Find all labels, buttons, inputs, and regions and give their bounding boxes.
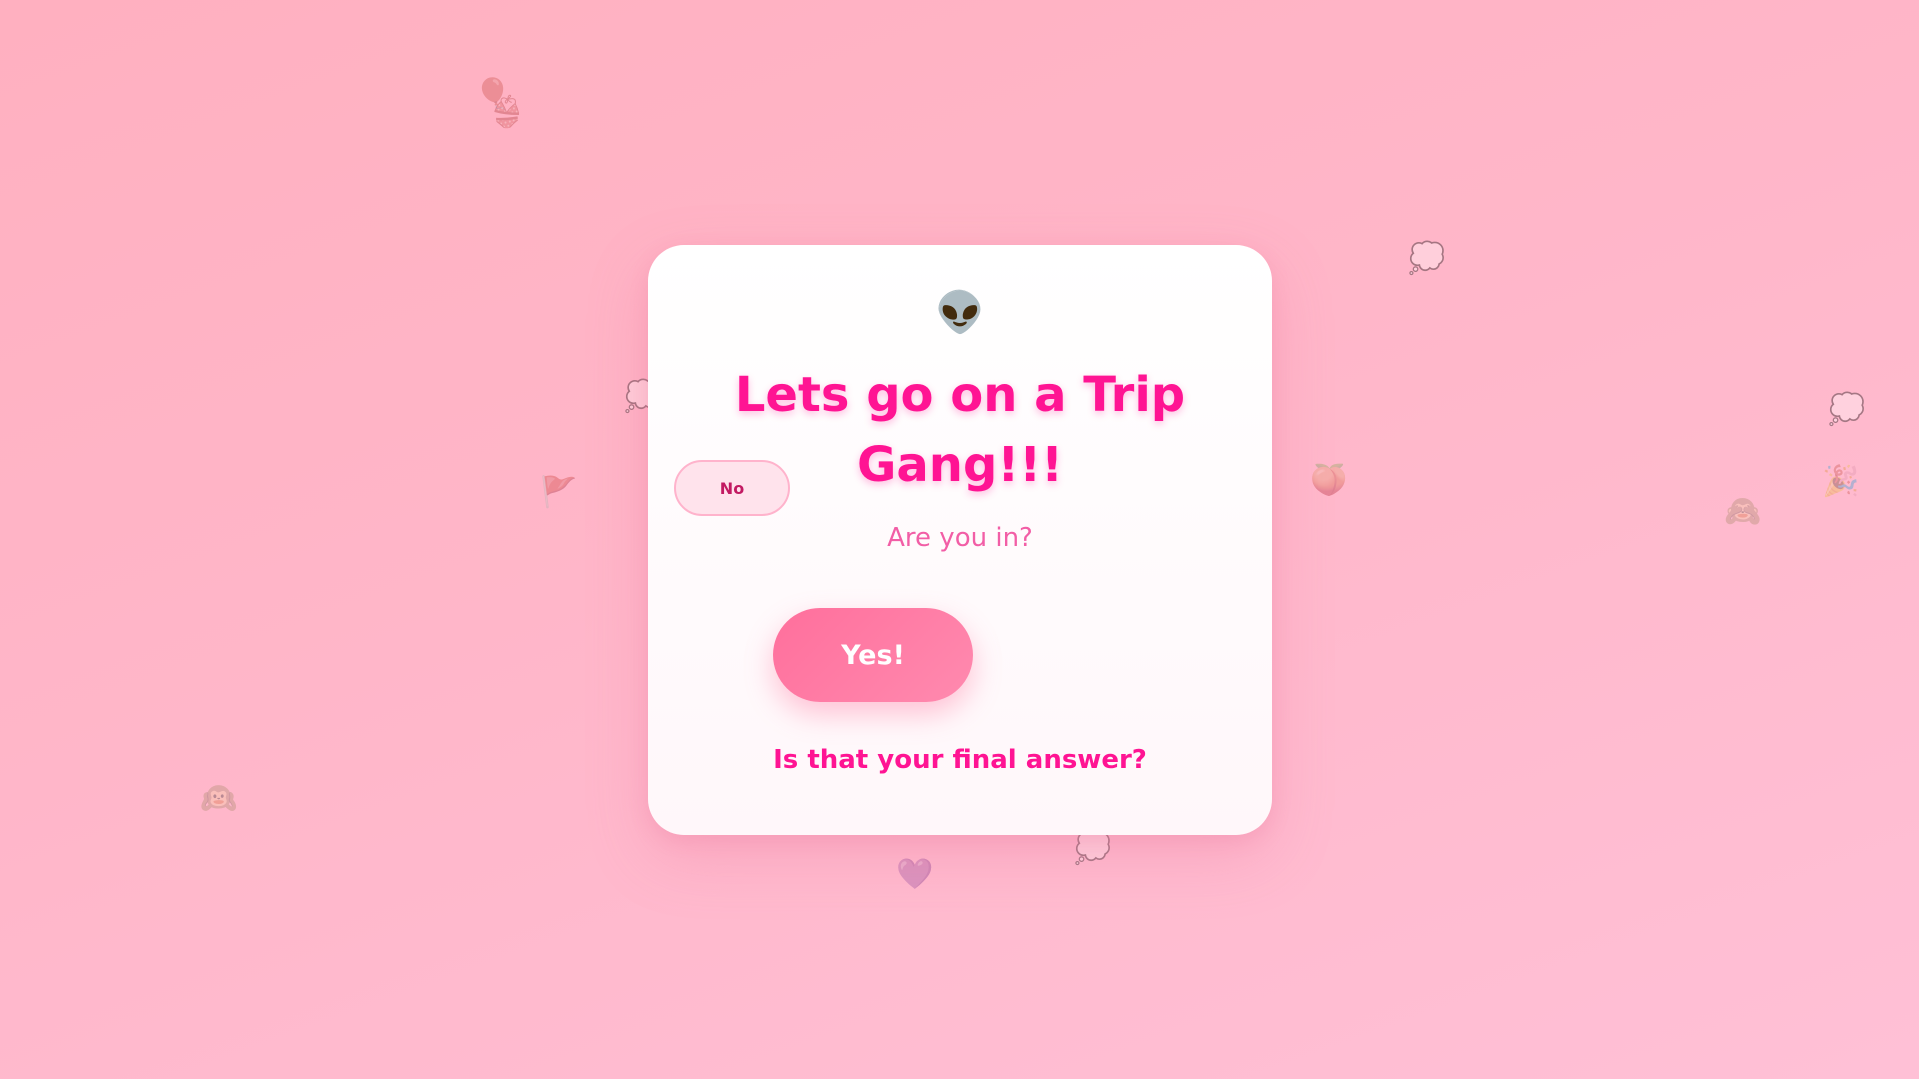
alien-icon: 👽 [935,290,985,336]
yes-button[interactable]: Yes! [773,608,973,702]
bikini-emoji-icon: 👙 [488,95,526,130]
hear-no-evil-monkey-emoji-icon: 🙉 [200,781,238,816]
thought-bubble-emoji-icon: 💭 [1408,241,1446,276]
invitation-card: 👽 Lets go on a Trip Gang!!! No Are you i… [648,245,1272,835]
thought-bubble-emoji-icon: 💭 [1828,392,1866,427]
no-button[interactable]: No [674,460,790,516]
red-flag-emoji-icon: 🚩 [540,475,578,510]
subtitle: Are you in? [887,523,1033,553]
final-answer-prompt: Is that your final answer? [773,745,1147,775]
balloon-emoji-icon: 🎈 [474,77,512,112]
thought-bubble-emoji-icon: 💭 [1074,831,1112,866]
purple-heart-emoji-icon: 💜 [896,857,934,892]
party-popper-emoji-icon: 🎉 [1822,464,1860,499]
see-no-evil-monkey-emoji-icon: 🙈 [1724,494,1762,529]
peach-emoji-icon: 🍑 [1310,463,1348,498]
